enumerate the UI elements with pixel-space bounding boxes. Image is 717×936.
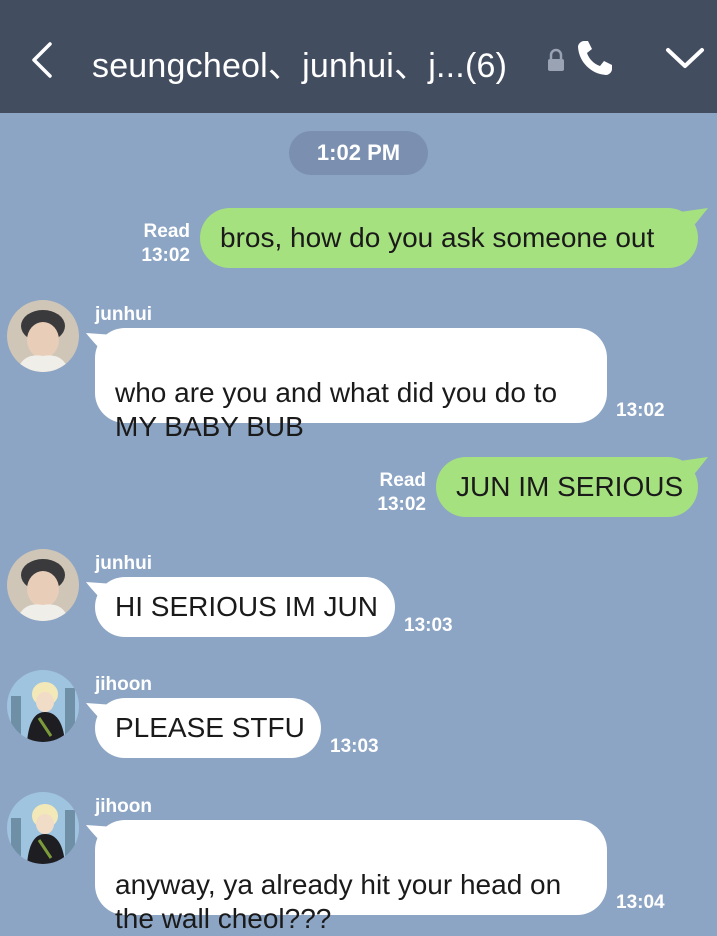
message-text: anyway, ya already hit your head on the … [115, 869, 562, 934]
message-bubble-outgoing[interactable]: bros, how do you ask someone out [200, 208, 698, 268]
message-time: 13:02 [616, 400, 665, 421]
date-divider: 1:02 PM [289, 131, 428, 175]
message-time: 13:03 [404, 615, 453, 636]
message-text: PLEASE STFU [115, 712, 305, 743]
avatar-jihoon[interactable] [7, 670, 79, 742]
phone-icon[interactable] [575, 38, 615, 78]
message-time: 13:03 [330, 736, 379, 757]
message-bubble-incoming[interactable]: HI SERIOUS IM JUN [95, 577, 395, 637]
chevron-down-icon[interactable] [664, 44, 706, 72]
message-text: who are you and what did you do to MY BA… [115, 377, 558, 442]
chat-header: seungcheol、junhui、j...(6) [0, 0, 717, 113]
sender-name: jihoon [95, 796, 152, 817]
message-time: 13:02 [377, 494, 426, 515]
message-text: HI SERIOUS IM JUN [115, 591, 378, 622]
sender-name: junhui [95, 304, 152, 325]
avatar-junhui[interactable] [7, 549, 79, 621]
read-receipt: Read 13:02 [120, 220, 190, 268]
chat-title[interactable]: seungcheol、junhui、j...(6) [92, 38, 507, 87]
message-bubble-incoming[interactable]: who are you and what did you do to MY BA… [95, 328, 607, 442]
message-bubble-incoming[interactable]: anyway, ya already hit your head on the … [95, 820, 607, 934]
avatar-junhui[interactable] [7, 300, 79, 372]
message-time: 13:04 [616, 892, 665, 913]
message-bubble-incoming[interactable]: PLEASE STFU [95, 698, 321, 758]
sender-name: jihoon [95, 674, 152, 695]
read-receipt: Read 13:02 [356, 469, 426, 517]
avatar-jihoon[interactable] [7, 792, 79, 864]
message-time: 13:02 [141, 245, 190, 266]
lock-icon [548, 48, 564, 71]
back-chevron-icon[interactable] [28, 40, 58, 80]
message-text: bros, how do you ask someone out [220, 222, 655, 253]
message-bubble-outgoing[interactable]: JUN IM SERIOUS [436, 457, 698, 517]
read-label: Read [379, 470, 426, 491]
sender-name: junhui [95, 553, 152, 574]
message-text: JUN IM SERIOUS [456, 471, 684, 502]
read-label: Read [143, 221, 190, 242]
